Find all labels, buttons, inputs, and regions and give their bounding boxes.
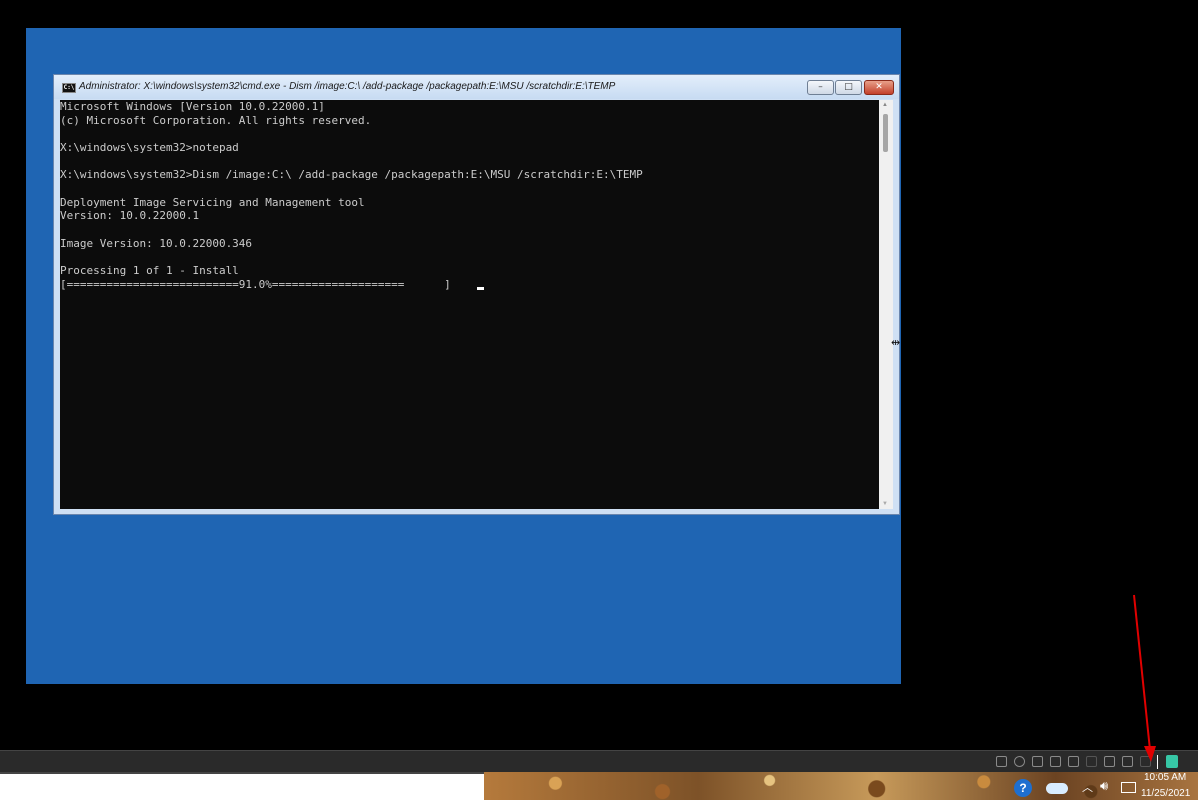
console-line: Processing 1 of 1 - Install [60, 263, 239, 277]
console-line: X:\windows\system32>notepad [60, 140, 239, 154]
printer-icon[interactable] [1050, 756, 1061, 767]
vm-tray-strip [0, 750, 1198, 773]
help-icon[interactable]: ? [1014, 779, 1032, 797]
clock-date[interactable]: 11/25/2021 [1141, 788, 1190, 799]
cmd-titlebar[interactable]: C:\ Administrator: X:\windows\system32\c… [54, 75, 899, 99]
text-cursor [477, 287, 484, 290]
resize-cursor-icon: ⇹ [891, 337, 901, 349]
console-line: Deployment Image Servicing and Managemen… [60, 195, 365, 209]
console-line: Microsoft Windows [Version 10.0.22000.1] [60, 100, 325, 113]
annotation-arrow-icon [1133, 594, 1156, 762]
trash-icon[interactable] [1104, 756, 1115, 767]
scroll-up-arrow-icon[interactable]: ▲ [882, 102, 888, 108]
console-line: X:\windows\system32>Dism /image:C:\ /add… [60, 168, 643, 182]
minimize-button[interactable]: – [807, 80, 834, 95]
taskbar-left-area [0, 772, 484, 800]
close-button[interactable]: ✕ [864, 80, 894, 95]
speaker-icon[interactable] [1068, 756, 1079, 767]
app-icon[interactable] [1166, 755, 1178, 768]
scroll-down-arrow-icon[interactable]: ▼ [882, 501, 888, 507]
network-icon[interactable] [1121, 782, 1136, 793]
scrollbar-thumb[interactable] [883, 114, 888, 152]
volume-icon[interactable]: 🔊︎ [1100, 778, 1108, 794]
cmd-icon: C:\ [62, 83, 76, 93]
show-hidden-icons-chevron-icon[interactable]: ︿ [1082, 779, 1093, 795]
vertical-scrollbar[interactable]: ▲ ▼ [879, 100, 893, 509]
cmd-window[interactable]: C:\ Administrator: X:\windows\system32\c… [53, 74, 900, 515]
arrow-icon[interactable] [1086, 756, 1097, 767]
window-title: Administrator: X:\windows\system32\cmd.e… [79, 81, 616, 92]
console-line: [==========================91.0%========… [60, 277, 451, 291]
console-line: (c) Microsoft Corporation. All rights re… [60, 113, 372, 127]
onedrive-cloud-icon[interactable] [1046, 783, 1068, 794]
console-text: Microsoft Windows [Version 10.0.22000.1]… [60, 100, 643, 291]
network-drive-icon[interactable] [996, 756, 1007, 767]
maximize-button[interactable]: □ [835, 80, 862, 95]
divider [0, 772, 484, 774]
console-output[interactable]: Microsoft Windows [Version 10.0.22000.1]… [60, 100, 879, 509]
console-line: Version: 10.0.22000.1 [60, 209, 200, 223]
sync-icon[interactable] [1014, 756, 1025, 767]
console-line: Image Version: 10.0.22000.346 [60, 236, 253, 250]
clock-time[interactable]: 10:05 AM [1144, 772, 1186, 783]
display-icon[interactable] [1032, 756, 1043, 767]
